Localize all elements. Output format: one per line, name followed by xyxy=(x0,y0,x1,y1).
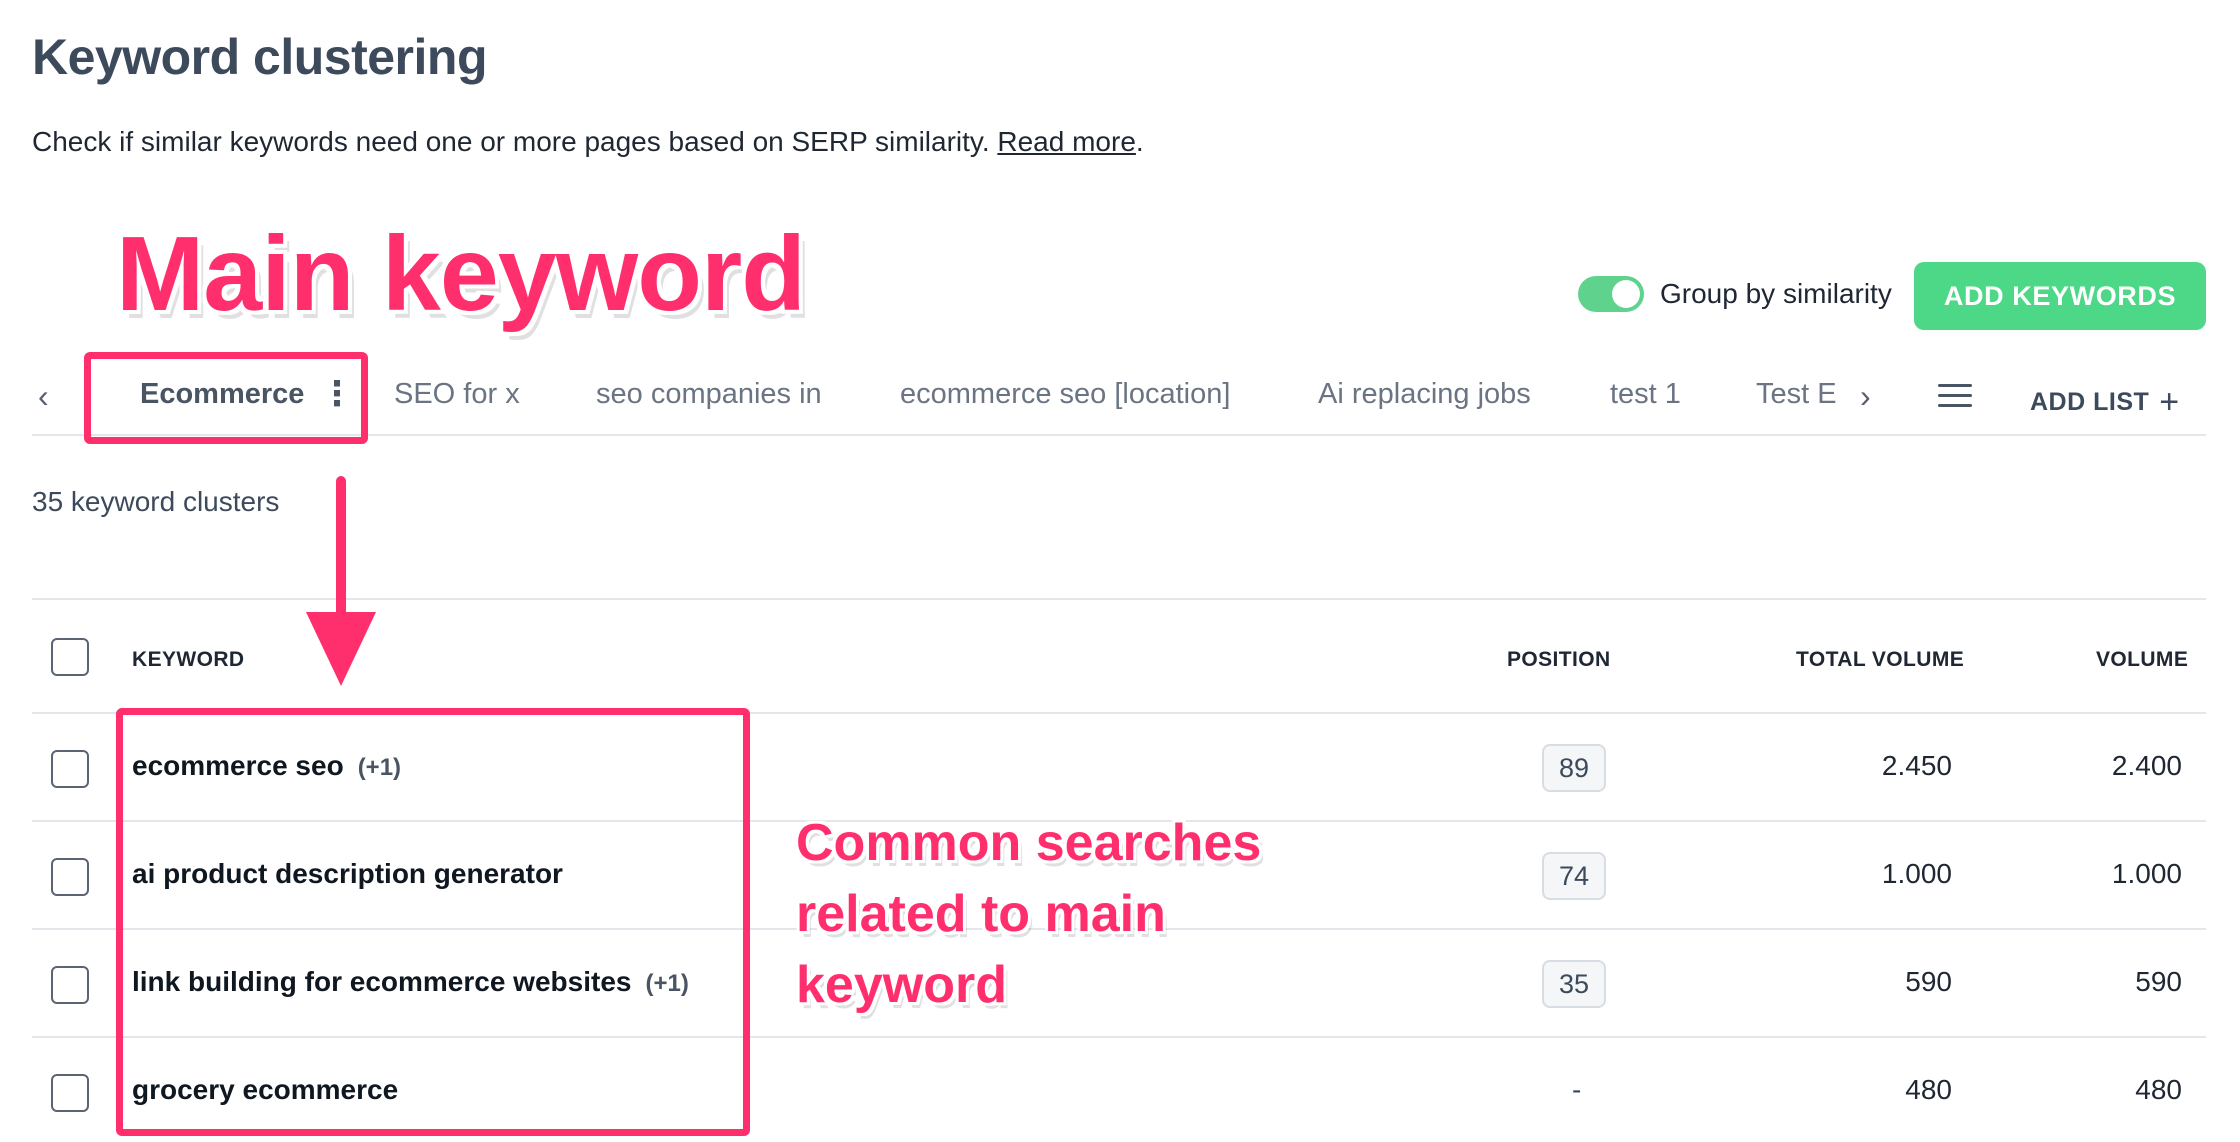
tab-test-e[interactable]: Test E xyxy=(1756,378,1837,411)
tab-seo-for-x[interactable]: SEO for x xyxy=(394,378,520,411)
annotation-line: keyword xyxy=(796,956,1007,1014)
volume-cell: 590 xyxy=(2135,966,2182,997)
column-header-total-volume[interactable]: TOTAL VOLUME xyxy=(1796,648,1964,672)
annotation-line: related to main xyxy=(796,885,1166,943)
annotation-common-searches: Common searches related to main keyword xyxy=(796,808,1261,1021)
plus-icon: + xyxy=(2159,383,2180,421)
toggle-knob xyxy=(1612,280,1640,308)
volume-cell: 480 xyxy=(2135,1074,2182,1105)
volume-cell: 2.400 xyxy=(2111,750,2182,781)
tab-ecommerce-seo-location[interactable]: ecommerce seo [location] xyxy=(900,378,1230,411)
add-list-button[interactable]: ADD LIST + xyxy=(2030,380,2180,421)
page-subtitle: Check if similar keywords need one or mo… xyxy=(32,126,1144,158)
tab-ai-replacing-jobs[interactable]: Ai replacing jobs xyxy=(1318,378,1531,411)
cluster-count: 35 keyword clusters xyxy=(32,486,280,517)
add-keywords-button[interactable]: ADD KEYWORDS xyxy=(1914,262,2206,330)
row-checkbox[interactable] xyxy=(51,966,89,1004)
annotation-main-keyword: Main keyword xyxy=(116,215,806,333)
tab-test-1[interactable]: test 1 xyxy=(1610,378,1681,411)
select-all-checkbox[interactable] xyxy=(51,638,89,676)
subtitle-text: Check if similar keywords need one or mo… xyxy=(32,126,990,157)
position-badge: 89 xyxy=(1542,744,1606,792)
group-by-similarity-label: Group by similarity xyxy=(1660,278,1892,309)
group-by-similarity-toggle[interactable] xyxy=(1578,276,1644,312)
volume-cell: 1.000 xyxy=(2111,858,2182,889)
annotation-highlight-tab xyxy=(84,352,368,444)
row-checkbox[interactable] xyxy=(51,858,89,896)
total-volume-cell: 480 xyxy=(1905,1074,1952,1105)
position-empty: - xyxy=(1572,1074,1582,1105)
total-volume-cell: 2.450 xyxy=(1881,750,1952,781)
menu-icon[interactable] xyxy=(1938,384,1972,408)
column-header-volume[interactable]: VOLUME xyxy=(2096,648,2188,672)
total-volume-cell: 590 xyxy=(1905,966,1952,997)
column-header-position[interactable]: POSITION xyxy=(1507,648,1611,672)
annotation-arrow-down-icon xyxy=(306,612,376,686)
chevron-left-icon[interactable]: ‹ xyxy=(38,378,49,415)
add-list-label: ADD LIST xyxy=(2030,388,2150,416)
annotation-arrow-shaft xyxy=(336,476,346,626)
row-checkbox[interactable] xyxy=(51,750,89,788)
tab-seo-companies-in[interactable]: seo companies in xyxy=(596,378,822,411)
position-badge: 35 xyxy=(1542,960,1606,1008)
row-checkbox[interactable] xyxy=(51,1074,89,1112)
annotation-highlight-keywords xyxy=(116,708,750,1136)
column-header-keyword[interactable]: KEYWORD xyxy=(132,648,244,672)
total-volume-cell: 1.000 xyxy=(1881,858,1952,889)
annotation-line: Common searches xyxy=(796,814,1262,872)
position-badge: 74 xyxy=(1542,852,1606,900)
read-more-link[interactable]: Read more xyxy=(997,126,1136,157)
page-title: Keyword clustering xyxy=(32,29,488,85)
subtitle-period: . xyxy=(1135,126,1144,157)
group-by-similarity-control[interactable]: Group by similarity xyxy=(1578,276,1892,312)
chevron-right-icon[interactable]: › xyxy=(1860,378,1871,415)
